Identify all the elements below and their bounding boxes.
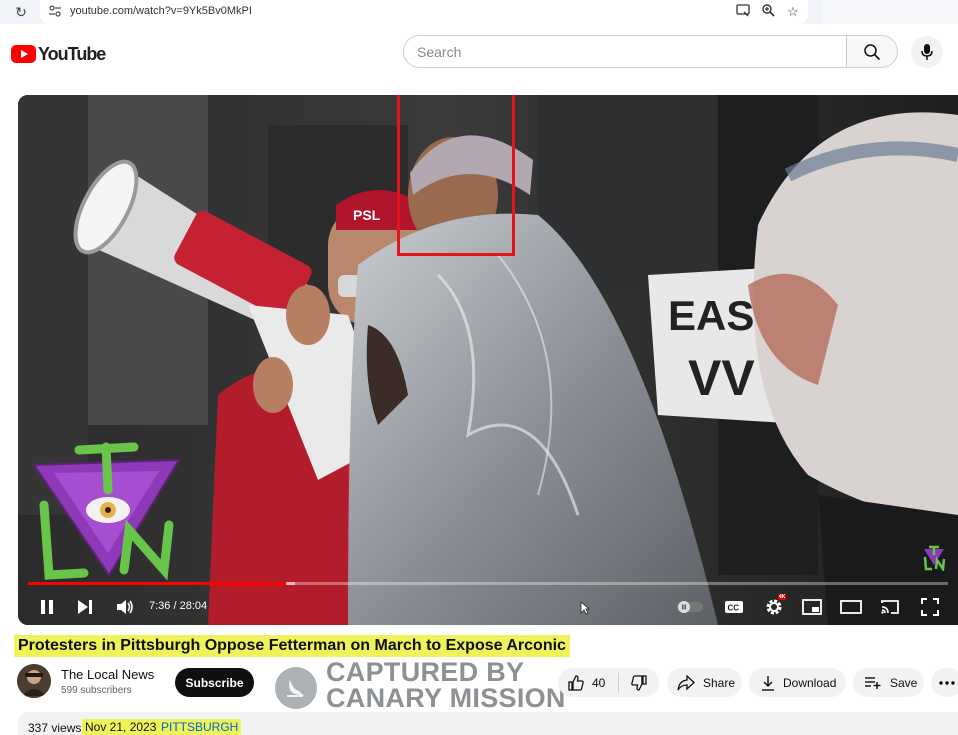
address-bar[interactable]: youtube.com/watch?v=9Yk5Bv0MkPI ☆	[40, 0, 808, 24]
voice-search-button[interactable]	[911, 36, 943, 68]
progress-played	[28, 582, 286, 585]
miniplayer-icon	[802, 599, 822, 615]
youtube-logo-text: YouTube	[38, 43, 106, 64]
volume-button[interactable]	[112, 589, 138, 625]
bookmark-star-icon[interactable]: ☆	[784, 3, 802, 21]
search-input[interactable]: Search	[403, 35, 846, 68]
download-icon	[762, 675, 774, 691]
pause-button[interactable]	[34, 589, 60, 625]
progress-bar[interactable]	[28, 582, 948, 585]
view-count: 337 views	[28, 721, 82, 735]
channel-name[interactable]: The Local News	[61, 667, 154, 682]
playlist-add-icon	[865, 676, 881, 689]
volume-icon	[117, 600, 133, 614]
face-highlight-box	[397, 95, 515, 256]
youtube-header: YouTube Search	[0, 26, 958, 82]
canary-mission-logo	[275, 667, 317, 709]
video-title: Protesters in Pittsburgh Oppose Fetterma…	[14, 635, 570, 657]
page: ↻ youtube.com/watch?v=9Yk5Bv0MkPI ☆ YouT…	[0, 0, 958, 735]
more-horizontal-icon	[939, 680, 955, 685]
settings-button[interactable]: 4K	[761, 589, 787, 625]
subscribe-button[interactable]: Subscribe	[175, 668, 254, 697]
pause-icon	[41, 600, 53, 614]
upload-date: Nov 21, 2023	[82, 719, 160, 735]
description-box[interactable]: 337 views Nov 21, 2023 PITTSBURGH	[18, 712, 958, 735]
like-count: 40	[592, 675, 606, 690]
save-label: Save	[890, 675, 918, 690]
time-display: 7:36 / 28:04	[149, 600, 208, 612]
miniplayer-button[interactable]	[799, 589, 825, 625]
thumbs-down-icon	[631, 674, 647, 691]
share-label: Share	[703, 675, 736, 690]
closed-captions-icon: CC	[725, 601, 743, 613]
watermark-text: CAPTURED BY CANARY MISSION	[326, 657, 566, 713]
tln-logo-overlay	[32, 442, 181, 581]
microphone-icon	[921, 44, 933, 60]
svg-text:CC: CC	[728, 604, 740, 613]
like-dislike-group: 40	[558, 668, 659, 697]
svg-text:PSL: PSL	[353, 207, 381, 223]
more-actions-button[interactable]	[931, 668, 958, 697]
subtitles-button[interactable]: CC	[721, 589, 747, 625]
gear-icon	[766, 599, 782, 615]
like-button[interactable]: 40	[558, 668, 618, 697]
dislike-button[interactable]	[619, 668, 659, 697]
thumbs-up-icon	[568, 674, 584, 691]
reload-icon[interactable]: ↻	[12, 3, 30, 21]
skip-next-icon	[78, 600, 92, 614]
youtube-logo[interactable]: YouTube	[11, 43, 106, 65]
theater-mode-button[interactable]	[838, 589, 864, 625]
fullscreen-button[interactable]	[917, 589, 943, 625]
zoom-icon[interactable]	[759, 3, 777, 21]
video-player[interactable]: EASE VV PSL 7:36 / 28:04 CC 4K	[18, 95, 958, 625]
save-button[interactable]: Save	[853, 668, 924, 697]
subscriber-count: 599 subscribers	[61, 685, 132, 696]
svg-text:VV: VV	[688, 350, 755, 406]
search-icon	[864, 43, 881, 60]
theater-mode-icon	[840, 600, 862, 614]
cast-icon	[881, 600, 899, 614]
search-button[interactable]	[846, 35, 898, 68]
canary-bird-icon	[287, 679, 304, 697]
browser-toolbar: ↻ youtube.com/watch?v=9Yk5Bv0MkPI ☆	[0, 0, 958, 24]
hashtag-link[interactable]: PITTSBURGH	[158, 719, 242, 735]
next-button[interactable]	[72, 589, 98, 625]
url-text[interactable]: youtube.com/watch?v=9Yk5Bv0MkPI	[70, 5, 252, 17]
autoplay-toggle[interactable]	[674, 589, 706, 625]
watermark-line-2: CANARY MISSION	[326, 683, 566, 713]
share-button[interactable]: Share	[667, 668, 742, 697]
download-button[interactable]: Download	[749, 668, 846, 697]
player-controls: 7:36 / 28:04 CC 4K	[18, 589, 958, 625]
youtube-play-icon	[11, 45, 36, 63]
search-placeholder: Search	[417, 43, 462, 60]
browser-extensions-area	[822, 0, 958, 24]
cast-button[interactable]	[877, 589, 903, 625]
download-label: Download	[783, 675, 837, 690]
channel-avatar[interactable]	[17, 664, 51, 698]
fullscreen-icon	[921, 598, 939, 616]
mouse-cursor-icon	[580, 601, 590, 615]
watermark-line-1: CAPTURED BY	[326, 657, 525, 687]
quality-badge: 4K	[778, 594, 787, 600]
site-settings-icon[interactable]	[48, 4, 64, 20]
channel-watermark-icon[interactable]	[922, 543, 946, 571]
autoplay-toggle-icon	[677, 601, 703, 613]
share-icon	[677, 674, 695, 690]
cast-tab-icon[interactable]	[734, 3, 752, 21]
